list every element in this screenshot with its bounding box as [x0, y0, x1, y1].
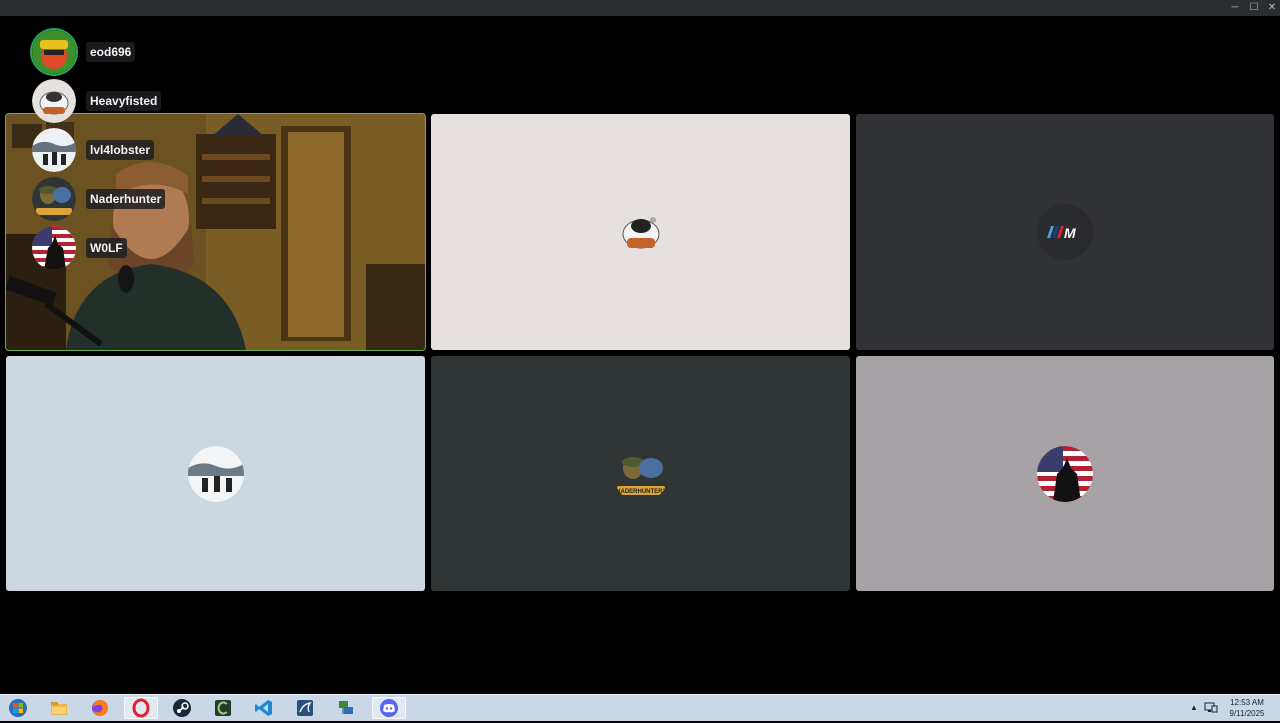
maximize-button[interactable]: ☐	[1245, 0, 1263, 16]
network-tool-icon	[339, 701, 353, 714]
opera-icon	[132, 698, 150, 718]
taskbar-firefox[interactable]	[83, 697, 117, 719]
avatar-naderhunter-icon: NADERHUNTER2	[612, 445, 669, 502]
taskbar-file-explorer[interactable]	[42, 697, 76, 719]
minimize-button[interactable]: ─	[1226, 0, 1244, 16]
participant-name: lvl4lobster	[86, 140, 155, 160]
network-tray-icon[interactable]	[1204, 700, 1218, 714]
clock-date: 9/11/2025	[1229, 709, 1265, 718]
avatar-bmw-m-icon: M	[1037, 204, 1093, 260]
video-tile-heavyfisted[interactable]	[431, 114, 850, 350]
discord-icon	[380, 699, 398, 717]
participant-row-naderhunter[interactable]: Naderhunter	[30, 175, 230, 223]
file-explorer-icon	[51, 702, 67, 715]
taskbar-steam[interactable]	[165, 697, 199, 719]
participant-name: eod696	[86, 42, 136, 62]
participant-name: W0LF	[86, 238, 127, 258]
cheat-engine-icon	[215, 700, 231, 716]
vscode-icon	[255, 700, 272, 716]
system-clock[interactable]: 12:53 AM 9/11/2025	[1224, 695, 1270, 723]
taskbar-cheat-engine[interactable]	[206, 697, 240, 719]
participant-name: Heavyfisted	[86, 91, 162, 111]
firefox-icon	[92, 700, 108, 716]
taskbar-mysql-workbench[interactable]	[288, 697, 322, 719]
windows-taskbar: ▲ 12:53 AM 9/11/2025	[0, 694, 1280, 721]
avatar-heavyfisted-icon	[612, 204, 669, 260]
participant-name: Naderhunter	[86, 189, 166, 209]
participant-row-eod696[interactable]: eod696	[30, 28, 230, 76]
avatar-lvl4lobster-icon	[187, 445, 244, 502]
bmw-logo-text: M	[1064, 225, 1076, 241]
avatar-eod696-icon	[32, 30, 76, 74]
participant-row-wolf[interactable]: W0LF	[30, 224, 230, 272]
mysql-workbench-icon	[297, 700, 313, 716]
start-orb-icon	[9, 699, 27, 717]
start-button[interactable]	[1, 697, 35, 719]
video-tile-naderhunter[interactable]: NADERHUNTER2	[431, 356, 850, 591]
close-button[interactable]: ✕	[1263, 0, 1280, 16]
clock-time: 12:53 AM	[1230, 698, 1264, 707]
avatar-heavyfisted-icon	[32, 79, 76, 123]
taskbar-discord[interactable]	[372, 697, 406, 719]
window-titlebar: ─ ☐ ✕	[0, 0, 1280, 16]
taskbar-vscode[interactable]	[247, 697, 281, 719]
participant-row-heavyfisted[interactable]: Heavyfisted	[30, 77, 230, 125]
taskbar-opera[interactable]	[124, 697, 158, 719]
avatar-naderhunter-icon	[32, 177, 76, 221]
video-tile-snow[interactable]	[6, 356, 425, 591]
video-tile-wolf[interactable]	[856, 356, 1274, 591]
avatar-wolf-icon	[1037, 445, 1093, 502]
avatar-lvl4lobster-icon	[32, 128, 76, 172]
naderhunter-logo-text: NADERHUNTER2	[616, 489, 666, 495]
show-hidden-icons-button[interactable]: ▲	[1190, 695, 1198, 721]
steam-icon	[173, 699, 191, 717]
participant-row-lvl4lobster[interactable]: lvl4lobster	[30, 126, 230, 174]
avatar-wolf-icon	[32, 226, 76, 270]
taskbar-network-tool[interactable]	[329, 697, 363, 719]
video-tile-lvl4lobster[interactable]: M	[856, 114, 1274, 350]
